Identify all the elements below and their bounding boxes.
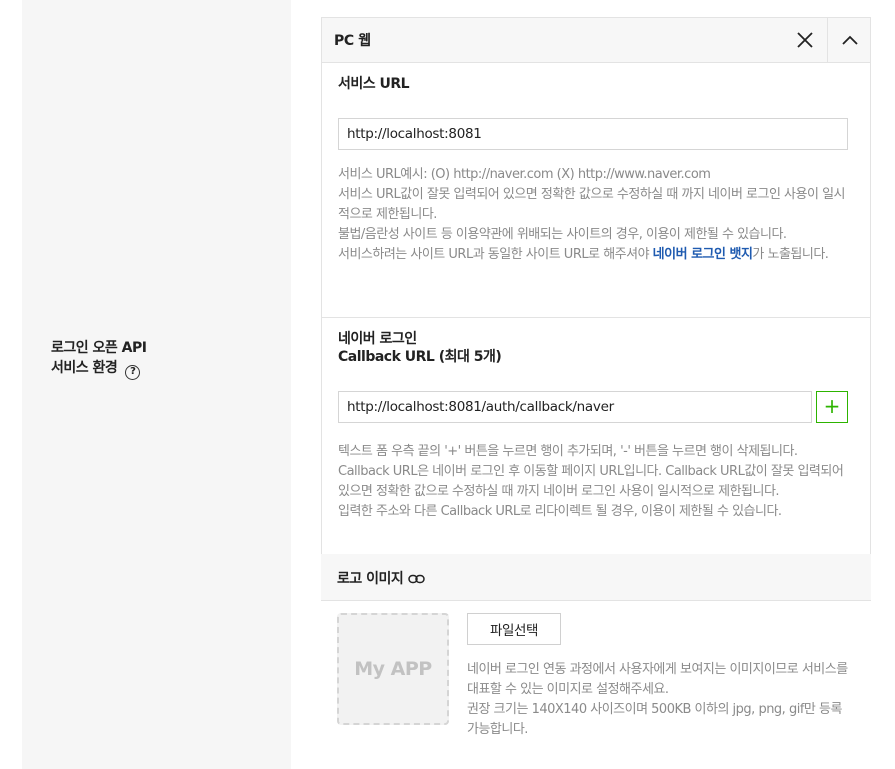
section-label-line2-row: 서비스 환경? bbox=[51, 358, 146, 380]
callback-help-line: Callback URL은 네이버 로그인 후 이동할 페이지 URL입니다. … bbox=[338, 464, 844, 499]
add-callback-button[interactable]: + bbox=[816, 391, 848, 423]
naver-login-badge-link: 네이버 로그인 뱃지 bbox=[652, 247, 753, 262]
service-url-help-line: 불법/음란성 사이트 등 이용약관에 위배되는 사이트의 경우, 이용이 제한될… bbox=[338, 227, 787, 242]
callback-title-line1: 네이버 로그인 bbox=[338, 331, 417, 347]
logo-title: 로고 이미지 bbox=[337, 568, 426, 589]
platform-card: PC 웹 서비스 URL 서비스 URL예시: (O) http://naver… bbox=[321, 17, 871, 554]
logo-help-line: 네이버 로그인 연동 과정에서 사용자에게 보여지는 이미지이므로 서비스를 대… bbox=[467, 662, 848, 697]
file-select-button[interactable]: 파일선택 bbox=[467, 613, 561, 645]
divider bbox=[322, 317, 870, 318]
service-url-title: 서비스 URL bbox=[338, 76, 410, 92]
callback-help-line: 입력한 주소와 다른 Callback URL로 리다이렉트 될 경우, 이용이… bbox=[338, 504, 782, 519]
help-icon[interactable]: ? bbox=[125, 365, 141, 380]
service-url-input[interactable] bbox=[338, 118, 848, 150]
service-url-help-line: 서비스하려는 사이트 URL과 동일한 사이트 URL로 해주셔야 네이버 로그… bbox=[338, 245, 856, 265]
callback-title-line2: Callback URL (최대 5개) bbox=[338, 349, 502, 365]
collapse-button[interactable] bbox=[827, 18, 870, 62]
link-icon[interactable] bbox=[408, 573, 426, 589]
section-label-line1: 로그인 오픈 API bbox=[51, 340, 147, 356]
logo-preview: My APP bbox=[337, 613, 449, 725]
callback-title: 네이버 로그인 Callback URL (최대 5개) bbox=[338, 330, 502, 366]
chevron-up-icon bbox=[841, 35, 858, 45]
help-suffix: 가 노출됩니다. bbox=[752, 247, 829, 262]
callback-url-input[interactable] bbox=[338, 391, 812, 423]
logo-title-text: 로고 이미지 bbox=[337, 571, 404, 587]
platform-title: PC 웹 bbox=[334, 33, 371, 49]
callback-help-line: 텍스트 폼 우측 끝의 '+' 버튼을 누르면 행이 추가되며, '-' 버튼을… bbox=[338, 444, 798, 459]
logo-help: 네이버 로그인 연동 과정에서 사용자에게 보여지는 이미지이므로 서비스를 대… bbox=[467, 660, 852, 740]
callback-help: 텍스트 폼 우측 끝의 '+' 버튼을 누르면 행이 추가되며, '-' 버튼을… bbox=[338, 442, 856, 522]
platform-header: PC 웹 bbox=[322, 18, 870, 63]
service-url-help: 서비스 URL예시: (O) http://naver.com (X) http… bbox=[338, 165, 856, 265]
logo-help-line: 권장 크기는 140X140 사이즈이며 500KB 이하의 jpg, png,… bbox=[467, 702, 842, 737]
service-url-help-line: 서비스 URL값이 잘못 입력되어 있으면 정확한 값으로 수정하실 때 까지 … bbox=[338, 187, 846, 222]
service-url-help-line: 서비스 URL예시: (O) http://naver.com (X) http… bbox=[338, 167, 711, 182]
close-button[interactable] bbox=[783, 18, 827, 62]
help-prefix: 서비스하려는 사이트 URL과 동일한 사이트 URL로 해주셔야 bbox=[338, 247, 653, 262]
section-label-line2: 서비스 환경 bbox=[51, 360, 118, 376]
section-label: 로그인 오픈 API 서비스 환경? bbox=[51, 338, 147, 380]
close-icon bbox=[797, 32, 813, 48]
left-panel: 로그인 오픈 API 서비스 환경? bbox=[22, 0, 291, 769]
logo-section-header: 로고 이미지 bbox=[321, 554, 871, 601]
